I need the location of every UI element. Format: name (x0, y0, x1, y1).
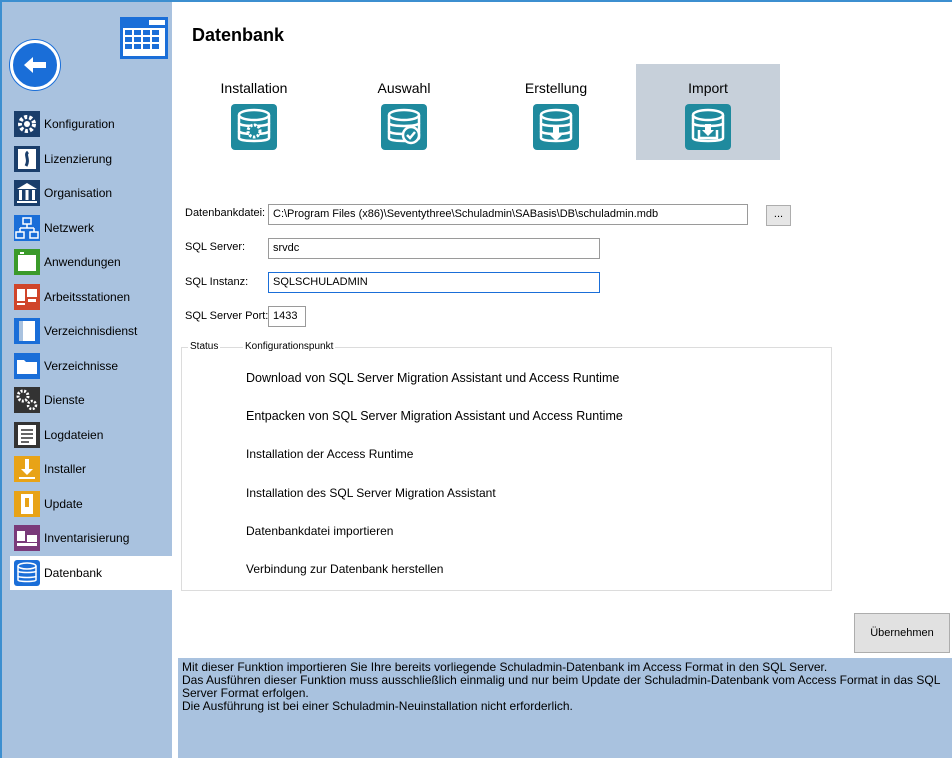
back-button[interactable] (10, 40, 60, 90)
services-gears-icon (14, 386, 40, 414)
sidebar-item-logdateien[interactable]: Logdateien (10, 418, 172, 453)
workstation-icon (14, 283, 40, 311)
sidebar-item-installer[interactable]: Installer (10, 452, 172, 487)
sidebar-item-update[interactable]: Update (10, 487, 172, 522)
sidebar-item-label: Arbeitsstationen (44, 289, 131, 304)
info-text: Die Ausführung ist bei einer Schuladmin-… (182, 699, 573, 713)
sidebar-item-konfiguration[interactable]: Konfiguration (10, 107, 172, 142)
sidebar-item-label: Dienste (44, 393, 85, 408)
sql-port-input[interactable]: 1433 (268, 306, 306, 327)
database-create-icon (533, 104, 579, 150)
sidebar-item-label: Netzwerk (44, 220, 95, 235)
sidebar-item-netzwerk[interactable]: Netzwerk (10, 211, 172, 246)
sidebar-item-anwendungen[interactable]: Anwendungen (10, 245, 172, 280)
folder-icon (14, 352, 40, 380)
sql-instance-input[interactable]: SQLSCHULADMIN (268, 272, 600, 293)
sql-server-label: SQL Server: (185, 241, 246, 253)
step-item: Entpacken von SQL Server Migration Assis… (246, 409, 623, 423)
tab-erstellung[interactable]: Erstellung (484, 64, 628, 160)
database-check-icon (381, 104, 427, 150)
tab-label: Auswahl (377, 80, 431, 96)
sql-port-label: SQL Server Port: (185, 310, 269, 322)
sidebar-item-arbeitsstationen[interactable]: Arbeitsstationen (10, 280, 172, 315)
step-item: Datenbankdatei importieren (246, 524, 394, 538)
sidebar-item-verzeichnisdienst[interactable]: Verzeichnisdienst (10, 314, 172, 349)
tab-label: Import (688, 80, 728, 96)
sidebar-nav: Konfiguration Lizenzierung Organisation … (10, 107, 172, 590)
db-file-label: Datenbankdatei: (185, 207, 266, 219)
config-point-column-header: Konfigurationspunkt (243, 341, 336, 352)
network-icon (14, 214, 40, 242)
status-group: Status Konfigurationspunkt Download von … (181, 341, 832, 591)
tab-installation[interactable]: Installation (182, 64, 326, 160)
gear-icon (14, 110, 40, 138)
sidebar-item-label: Logdateien (44, 427, 104, 442)
sidebar: Konfiguration Lizenzierung Organisation … (2, 2, 172, 758)
installer-icon (14, 455, 40, 483)
sidebar-item-verzeichnisse[interactable]: Verzeichnisse (10, 349, 172, 384)
step-item: Verbindung zur Datenbank herstellen (246, 562, 444, 576)
tab-label: Erstellung (524, 80, 588, 96)
sidebar-item-label: Lizenzierung (44, 151, 113, 166)
sidebar-item-label: Installer (44, 462, 87, 477)
update-icon (14, 490, 40, 518)
sql-server-input[interactable]: srvdc (268, 238, 600, 259)
sql-instance-label: SQL Instanz: (185, 276, 249, 288)
status-column-header: Status (188, 341, 221, 352)
tab-label: Installation (220, 80, 288, 96)
sidebar-item-label: Konfiguration (44, 117, 115, 132)
log-file-icon (14, 421, 40, 449)
database-gear-icon (231, 104, 277, 150)
db-file-input[interactable]: C:\Program Files (x86)\Seventythree\Schu… (268, 204, 748, 225)
step-item: Download von SQL Server Migration Assist… (246, 371, 620, 385)
info-panel: Mit dieser Funktion importieren Sie Ihre… (178, 658, 952, 758)
sidebar-item-label: Inventarisierung (44, 531, 130, 546)
directory-service-icon (14, 317, 40, 345)
tab-auswahl[interactable]: Auswahl (332, 64, 476, 160)
sidebar-item-label: Anwendungen (44, 255, 121, 270)
database-icon (14, 559, 40, 587)
sidebar-item-inventarisierung[interactable]: Inventarisierung (10, 521, 172, 556)
main-content: Datenbank Installation Auswahl Erstellun… (172, 2, 952, 758)
calendar-icon[interactable] (119, 16, 169, 60)
sidebar-item-organisation[interactable]: Organisation (10, 176, 172, 211)
sidebar-item-label: Organisation (44, 186, 113, 201)
sidebar-item-label: Datenbank (44, 565, 103, 580)
database-import-icon (685, 104, 731, 150)
inventory-icon (14, 524, 40, 552)
application-window-icon (14, 248, 40, 276)
sidebar-item-label: Update (44, 496, 83, 511)
sidebar-item-label: Verzeichnisse (44, 358, 119, 373)
tab-import[interactable]: Import (636, 64, 780, 160)
apply-button[interactable]: Übernehmen (854, 613, 950, 653)
sidebar-item-datenbank[interactable]: Datenbank (10, 555, 172, 590)
license-icon (14, 145, 40, 173)
building-icon (14, 179, 40, 207)
sidebar-item-dienste[interactable]: Dienste (10, 383, 172, 418)
step-item: Installation des SQL Server Migration As… (246, 486, 496, 500)
info-text: Das Ausführen dieser Funktion muss aussc… (182, 673, 940, 700)
page-title: Datenbank (192, 25, 285, 45)
sidebar-item-lizenzierung[interactable]: Lizenzierung (10, 142, 172, 177)
step-item: Installation der Access Runtime (246, 447, 414, 461)
sidebar-item-label: Verzeichnisdienst (44, 324, 138, 339)
browse-button[interactable]: ... (766, 205, 791, 226)
